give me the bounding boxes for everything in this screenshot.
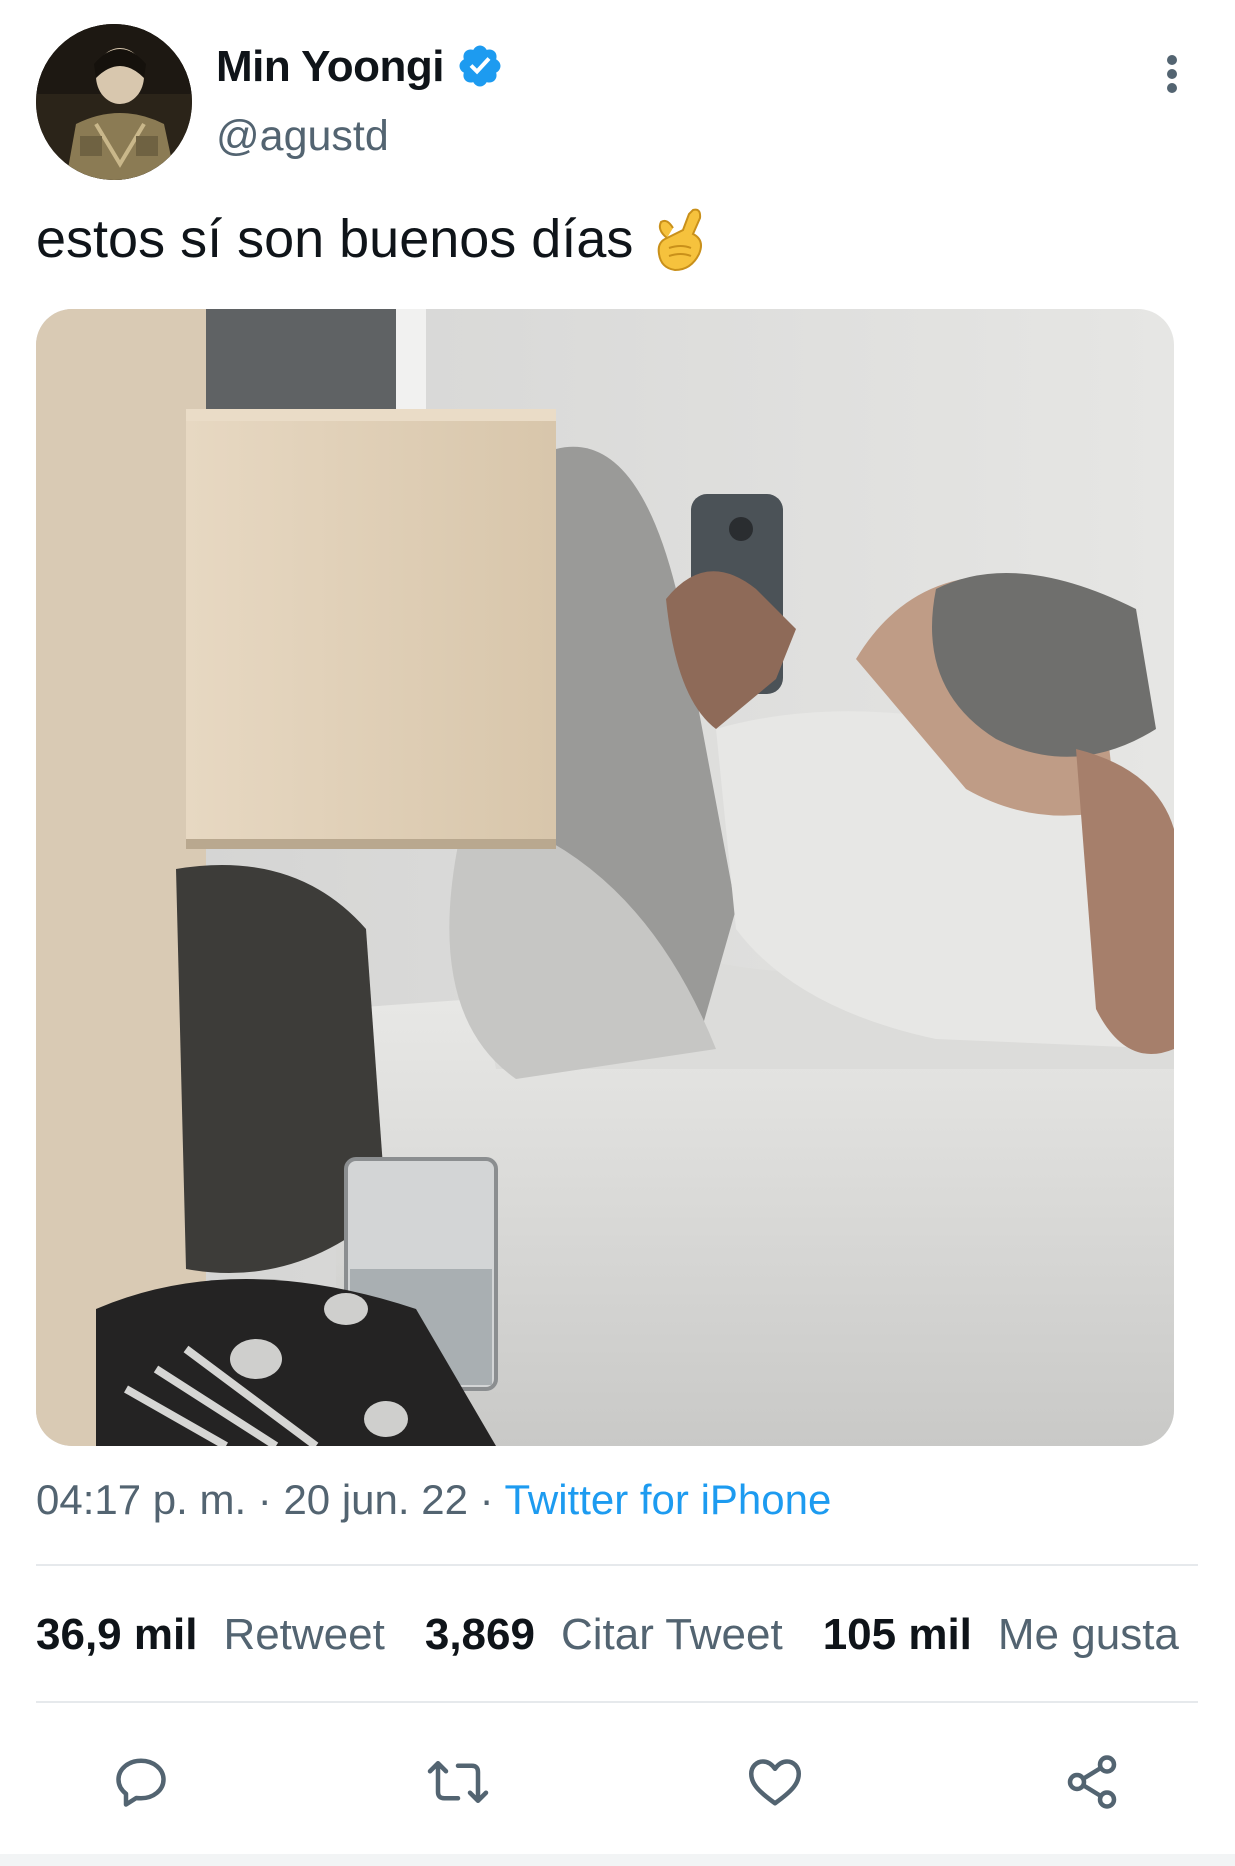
retweets-count: 36,9 mil xyxy=(36,1610,198,1659)
tweet-source-link[interactable]: Twitter for iPhone xyxy=(505,1476,832,1523)
more-options-icon[interactable] xyxy=(1152,50,1192,98)
retweet-icon[interactable] xyxy=(418,1742,498,1822)
quotes-label: Citar Tweet xyxy=(560,1610,783,1659)
quotes-stat[interactable]: 3,869 Citar Tweet xyxy=(425,1610,783,1660)
tweet-body: estos sí son buenos días xyxy=(36,209,634,269)
retweets-label: Retweet xyxy=(223,1610,385,1659)
verified-badge-icon xyxy=(456,42,504,90)
share-icon[interactable] xyxy=(1052,1742,1132,1822)
bottom-border xyxy=(0,1854,1235,1866)
like-icon[interactable] xyxy=(735,1742,815,1822)
user-handle[interactable]: @agustd xyxy=(216,112,389,161)
likes-label: Me gusta xyxy=(997,1610,1179,1659)
divider xyxy=(36,1564,1198,1566)
quotes-count: 3,869 xyxy=(424,1610,535,1659)
likes-stat[interactable]: 105 mil Me gusta xyxy=(823,1610,1179,1660)
call-me-hand-emoji-icon xyxy=(653,204,709,274)
meta-separator: · xyxy=(479,1476,505,1523)
likes-count: 105 mil xyxy=(822,1610,972,1659)
tweet-photo[interactable] xyxy=(36,309,1174,1446)
avatar[interactable] xyxy=(36,24,192,180)
tweet-text: estos sí son buenos días xyxy=(36,204,709,274)
display-name[interactable]: Min Yoongi xyxy=(216,42,445,92)
divider xyxy=(36,1701,1198,1703)
reply-icon[interactable] xyxy=(101,1742,181,1822)
meta-separator: · xyxy=(257,1476,284,1523)
tweet-stats: 36,9 mil Retweet 3,869 Citar Tweet 105 mil… xyxy=(36,1610,1179,1660)
tweet-time: 04:17 p. m. xyxy=(36,1476,247,1523)
tweet-date: 20 jun. 22 xyxy=(283,1476,468,1523)
tweet-meta: 04:17 p. m. · 20 jun. 22 · Twitter for i… xyxy=(36,1476,831,1524)
retweets-stat[interactable]: 36,9 mil Retweet xyxy=(36,1610,385,1660)
